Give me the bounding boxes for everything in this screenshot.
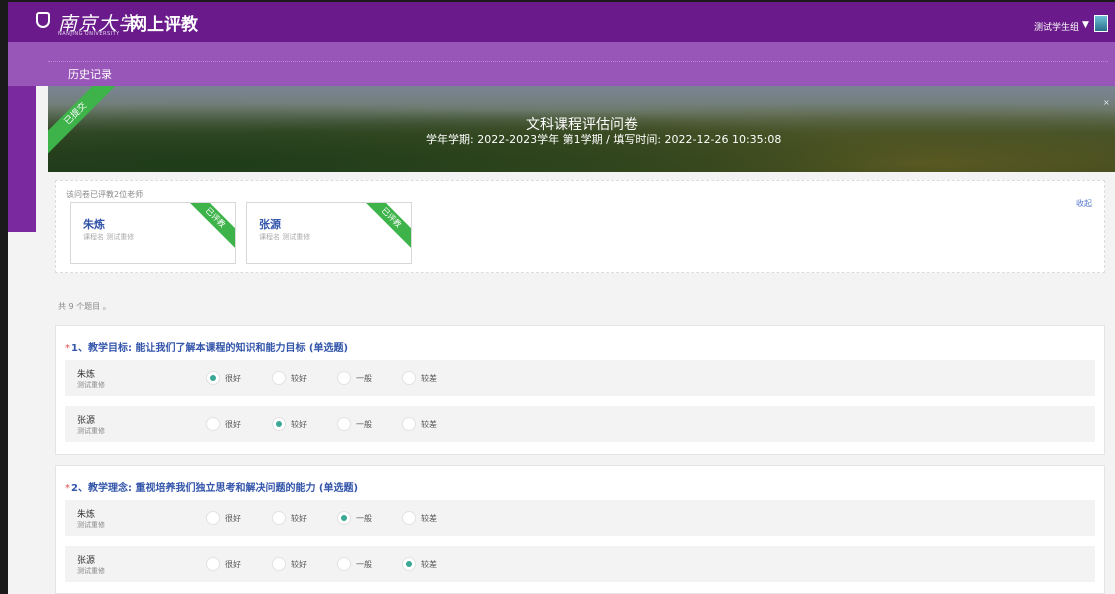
teacher-name: 朱炼 [83, 218, 105, 231]
user-menu[interactable]: 测试学生组 [1034, 20, 1079, 33]
sub-header-divider [48, 48, 1108, 62]
radio-selected-icon[interactable] [272, 417, 286, 431]
row-teacher-name: 朱炼 [77, 370, 96, 380]
radio-option-label: 很好 [225, 560, 241, 569]
avatar[interactable] [1094, 15, 1108, 32]
radio-selected-icon[interactable] [337, 511, 351, 525]
submitted-ribbon: 已提交 [48, 86, 122, 160]
radio-option-label: 较好 [291, 514, 307, 523]
radio-option-label: 较差 [421, 420, 437, 429]
side-accent [8, 86, 36, 232]
question-title: *1、教学目标: 能让我们了解本课程的知识和能力目标 (单选题) [65, 339, 348, 354]
answer-row: 朱炼 测试重修 很好 较好 一般 较差 [65, 360, 1095, 396]
radio-option-label: 很好 [225, 420, 241, 429]
survey-meta: 学年学期: 2022-2023学年 第1学期 / 填写时间: 2022-12-2… [426, 133, 782, 146]
radio-empty-icon[interactable] [272, 371, 286, 385]
site-title[interactable]: 网上评教 [130, 10, 198, 35]
radio-option-label: 一般 [356, 374, 372, 383]
row-teacher-name: 张源 [77, 556, 96, 566]
answer-row: 朱炼 测试重修 很好 较好 一般 较差 [65, 500, 1095, 536]
row-teacher-name: 张源 [77, 416, 96, 426]
radio-empty-icon[interactable] [206, 417, 220, 431]
question-title-text: 1、教学目标: 能让我们了解本课程的知识和能力目标 (单选题) [71, 343, 349, 354]
evaluated-ribbon: 已评教 [356, 203, 411, 253]
university-seal-icon [36, 12, 50, 28]
caret-down-icon[interactable]: ▼ [1082, 20, 1089, 30]
answer-row: 张源 测试重修 很好 较好 一般 较差 [65, 546, 1095, 582]
teacher-course: 课程名 测试重修 [83, 233, 135, 241]
row-course-name: 测试重修 [77, 521, 105, 529]
radio-empty-icon[interactable] [402, 371, 416, 385]
radio-empty-icon[interactable] [272, 511, 286, 525]
teacher-name: 张源 [259, 218, 281, 231]
radio-option-label: 一般 [356, 514, 372, 523]
history-link[interactable]: 历史记录 [68, 66, 112, 82]
radio-empty-icon[interactable] [272, 557, 286, 571]
answer-row: 张源 测试重修 很好 较好 一般 较差 [65, 406, 1095, 442]
university-logo-subtext: NANJING UNIVERSITY [58, 31, 120, 37]
radio-empty-icon[interactable] [402, 417, 416, 431]
row-course-name: 测试重修 [77, 381, 105, 389]
question-count: 共 9 个题目 。 [58, 302, 111, 311]
required-mark: * [65, 343, 70, 354]
radio-option-label: 很好 [225, 374, 241, 383]
question-title: *2、教学理念: 重视培养我们独立思考和解决问题的能力 (单选题) [65, 479, 358, 494]
radio-option-label: 较差 [421, 374, 437, 383]
radio-option-label: 一般 [356, 420, 372, 429]
top-navbar: 南京大学 NANJING UNIVERSITY 网上评教 [8, 2, 1115, 42]
radio-option-label: 较差 [421, 514, 437, 523]
radio-empty-icon[interactable] [402, 511, 416, 525]
teacher-course: 课程名 测试重修 [259, 233, 311, 241]
radio-option-label: 较好 [291, 374, 307, 383]
row-course-name: 测试重修 [77, 427, 105, 435]
radio-empty-icon[interactable] [337, 371, 351, 385]
submitted-ribbon-label: 已提交 [48, 86, 122, 160]
radio-selected-icon[interactable] [206, 371, 220, 385]
radio-option-label: 较好 [291, 560, 307, 569]
radio-option-label: 较好 [291, 420, 307, 429]
radio-option-label: 较差 [421, 560, 437, 569]
close-icon[interactable]: × [1103, 98, 1110, 107]
radio-empty-icon[interactable] [206, 557, 220, 571]
question-title-text: 2、教学理念: 重视培养我们独立思考和解决问题的能力 (单选题) [71, 483, 359, 494]
collapse-button[interactable]: 收起 [1076, 198, 1092, 209]
teacher-card[interactable]: 朱炼 课程名 测试重修 已评教 [70, 202, 236, 264]
sub-header: 历史记录 [8, 42, 1115, 86]
teacher-card[interactable]: 张源 课程名 测试重修 已评教 [246, 202, 412, 264]
evaluated-ribbon: 已评教 [180, 203, 235, 253]
radio-selected-icon[interactable] [402, 557, 416, 571]
radio-empty-icon[interactable] [337, 557, 351, 571]
radio-empty-icon[interactable] [206, 511, 220, 525]
row-teacher-name: 朱炼 [77, 510, 96, 520]
evaluated-teachers-header: 该问卷已评教2位老师 [66, 190, 144, 199]
radio-option-label: 一般 [356, 560, 372, 569]
radio-empty-icon[interactable] [337, 417, 351, 431]
radio-option-label: 很好 [225, 514, 241, 523]
required-mark: * [65, 483, 70, 494]
row-course-name: 测试重修 [77, 567, 105, 575]
